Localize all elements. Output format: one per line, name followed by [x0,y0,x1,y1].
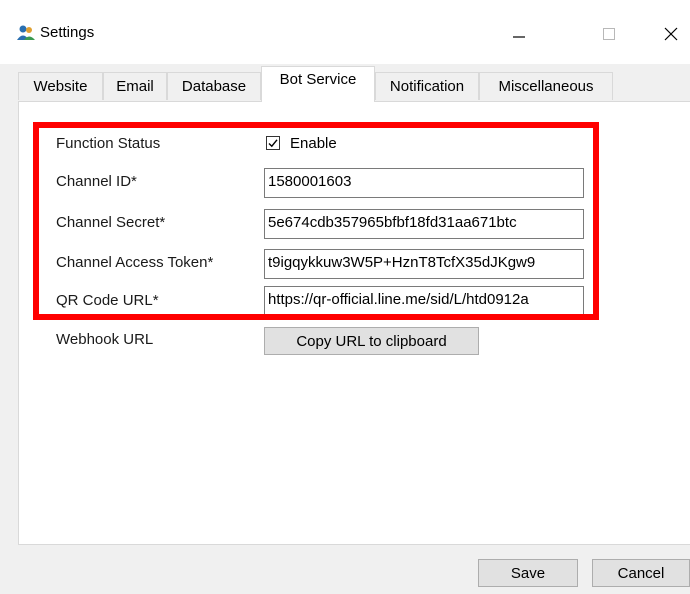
window-title: Settings [40,24,95,41]
tab-miscellaneous[interactable]: Miscellaneous [479,72,613,100]
function-status-label: Function Status [56,135,161,152]
minimize-icon [513,36,525,38]
enable-checkbox[interactable] [266,136,280,150]
tab-database[interactable]: Database [167,72,261,100]
channel-secret-label: Channel Secret* [56,214,166,231]
tab-label: Bot Service [279,71,357,88]
settings-window: Settings Website Email Database Bot Serv… [0,0,690,594]
cancel-button[interactable]: Cancel [592,559,690,587]
channel-id-input[interactable]: 1580001603 [264,168,584,198]
close-icon [664,27,678,41]
save-button[interactable]: Save [478,559,578,587]
checkmark-icon [268,139,278,148]
channel-access-token-input[interactable]: t9igqykkuw3W5P+HznT8TcfX35dJKgw9 [264,249,584,279]
dialog-footer [0,545,690,594]
maximize-icon [603,28,615,40]
tab-bot-service[interactable]: Bot Service [261,66,375,102]
tab-label: Website [33,78,88,95]
tab-label: Miscellaneous [498,78,594,95]
tab-email[interactable]: Email [103,72,167,100]
qr-code-url-label: QR Code URL* [56,292,159,309]
qr-code-url-input[interactable]: https://qr-official.line.me/sid/L/htd091… [264,286,584,316]
tab-label: Notification [389,78,465,95]
channel-access-token-label: Channel Access Token* [56,254,214,271]
tab-notification[interactable]: Notification [375,72,479,100]
title-bar[interactable]: Settings [0,0,690,64]
tab-label: Database [181,78,247,95]
channel-id-label: Channel ID* [56,173,137,190]
tab-website[interactable]: Website [18,72,103,100]
minimize-button[interactable] [496,14,542,54]
close-button[interactable] [648,14,690,54]
tab-label: Email [116,78,154,95]
app-icon [16,24,36,42]
maximize-button[interactable] [586,14,632,54]
webhook-url-label: Webhook URL [56,331,154,348]
copy-url-button[interactable]: Copy URL to clipboard [264,327,479,355]
enable-checkbox-label[interactable]: Enable [290,135,337,152]
channel-secret-input[interactable]: 5e674cdb357965bfbf18fd31aa671btc [264,209,584,239]
